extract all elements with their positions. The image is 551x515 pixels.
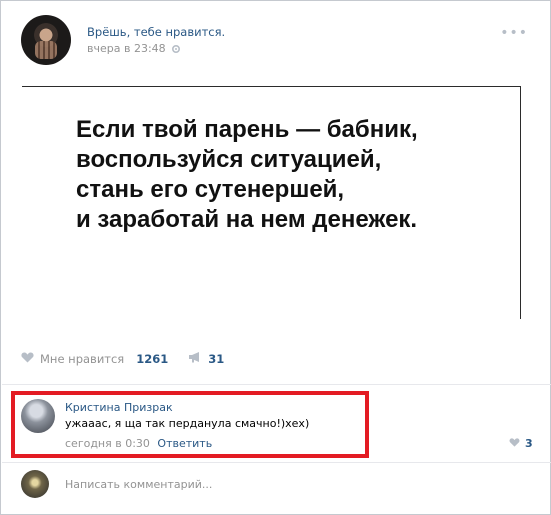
more-icon[interactable]: ••• — [500, 25, 528, 41]
like-label: Мне нравится — [40, 351, 125, 366]
comment-meta: сегодня в 0:30 Ответить — [65, 437, 212, 450]
reply-button[interactable]: Ответить — [157, 437, 212, 450]
post-meta: вчера в 23:48 — [87, 42, 181, 55]
heart-icon — [21, 352, 34, 366]
like-count: 1261 — [136, 351, 169, 366]
divider — [2, 462, 551, 463]
author-avatar[interactable] — [21, 15, 71, 65]
post-actions: Мне нравится 1261 31 — [21, 351, 224, 366]
comment-author[interactable]: Кристина Призрак — [65, 401, 173, 414]
comment-avatar[interactable] — [21, 399, 55, 433]
megaphone-icon — [188, 351, 202, 366]
share-count: 31 — [208, 351, 225, 366]
heart-icon — [509, 437, 520, 450]
current-user-avatar — [21, 470, 49, 498]
comment-like-count: 3 — [525, 437, 533, 450]
post-image-text: Если твой парень — бабник, воспользуйся … — [76, 116, 418, 233]
like-button[interactable]: Мне нравится 1261 — [21, 352, 168, 366]
post-card: Врёшь, тебе нравится. вчера в 23:48 ••• … — [0, 0, 551, 515]
comment-timestamp[interactable]: сегодня в 0:30 — [65, 437, 150, 450]
post-timestamp[interactable]: вчера в 23:48 — [87, 42, 166, 55]
divider — [2, 384, 551, 385]
comment-like-button[interactable]: 3 — [509, 437, 533, 450]
post-image[interactable]: Если твой парень — бабник, воспользуйся … — [22, 86, 521, 319]
gear-icon[interactable] — [171, 44, 181, 54]
share-button[interactable]: 31 — [188, 351, 224, 366]
comment-input[interactable]: Написать комментарий... — [65, 478, 212, 491]
post-author[interactable]: Врёшь, тебе нравится. — [87, 25, 225, 39]
comment-text: ужааас, я ща так перданула смачно!)хех) — [65, 417, 310, 430]
